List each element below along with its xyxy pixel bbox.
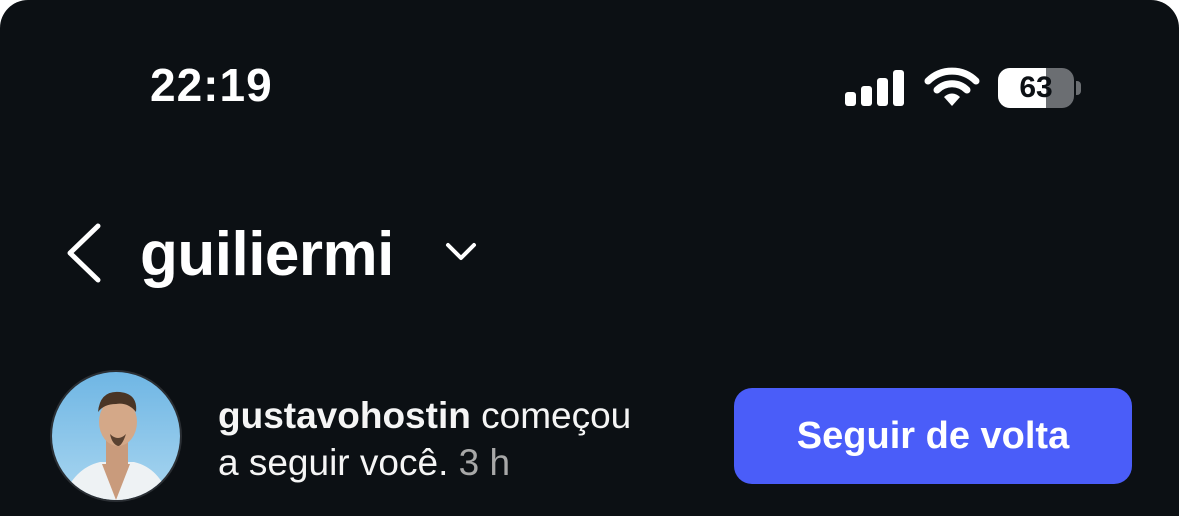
chevron-down-icon[interactable]	[444, 240, 478, 264]
follow-back-button[interactable]: Seguir de volta	[734, 388, 1132, 484]
screen: 22:19 63 guiliermi gustavohostin começou…	[0, 0, 1179, 516]
battery-level: 63	[1019, 71, 1053, 104]
battery-icon: 63	[998, 68, 1081, 108]
notification-time-ago: 3 h	[458, 442, 511, 483]
status-time: 22:19	[150, 59, 273, 111]
notification-username[interactable]: gustavohostin	[218, 395, 471, 436]
notification-message-part2: a seguir você.	[218, 442, 449, 483]
wifi-icon	[924, 67, 980, 106]
signal-icon	[845, 70, 905, 106]
notification-text: gustavohostin começou a seguir você. 3 h	[218, 392, 718, 486]
back-chevron-icon[interactable]	[62, 222, 106, 284]
account-username-title[interactable]: guiliermi	[140, 220, 394, 290]
avatar[interactable]	[50, 370, 182, 502]
notification-message-part1: começou	[481, 395, 632, 436]
